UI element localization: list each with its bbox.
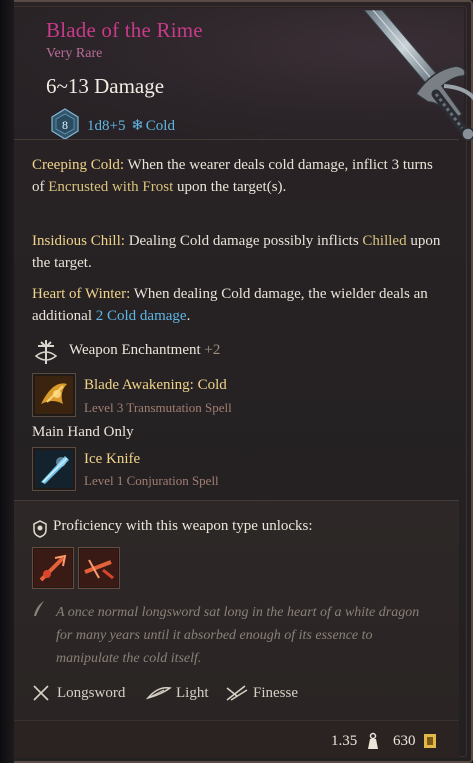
item-name: Blade of the Rime xyxy=(46,18,203,42)
damage-dice: 1d8+5 ❄ Cold xyxy=(87,116,175,135)
header-divider xyxy=(14,139,459,140)
d8-die-icon: 8 xyxy=(51,108,79,140)
flavor-text: A once normal longsword sat long in the … xyxy=(56,605,420,666)
property-light: Light xyxy=(176,685,209,701)
sword-illustration xyxy=(363,10,473,141)
effect-creeping-cold: Creeping Cold: When the wearer deals col… xyxy=(32,157,433,195)
item-value: 630 xyxy=(393,733,416,749)
longsword-icon xyxy=(33,685,49,701)
spell-ice-knife-name[interactable]: Ice Knife xyxy=(84,451,140,468)
spell-ice-knife-detail: Level 1 Conjuration Spell xyxy=(84,473,219,488)
quill-icon xyxy=(34,601,44,616)
gold-coin-icon xyxy=(424,734,436,748)
tooltip-header: Blade of the Rime Very Rare 6~13 Damage … xyxy=(14,8,473,141)
blade-awakening-spell-icon[interactable] xyxy=(32,373,76,417)
item-rarity: Very Rare xyxy=(46,46,103,61)
background-edge xyxy=(0,0,14,763)
weight-icon xyxy=(368,732,378,749)
feather-icon xyxy=(146,686,172,700)
dice-roll: 1d8+5 xyxy=(87,118,126,134)
property-finesse: Finesse xyxy=(253,685,298,701)
effect-insidious-chill: Insidious Chill: Dealing Cold damage pos… xyxy=(32,233,441,271)
property-longsword: Longsword xyxy=(57,685,126,701)
header-notch xyxy=(255,134,269,142)
section-divider xyxy=(14,500,459,501)
proficiency-unlocks-label: Proficiency with this weapon type unlock… xyxy=(53,518,313,534)
snowflake-icon: ❄ xyxy=(131,118,144,134)
main-hand-only: Main Hand Only xyxy=(32,424,134,440)
weapon-enchantment-icon xyxy=(34,340,58,364)
spell-blade-awakening-name[interactable]: Blade Awakening: Cold xyxy=(84,377,227,394)
damage-range: 6~13 Damage xyxy=(46,74,165,98)
item-weight: 1.35 xyxy=(331,733,358,749)
finesse-icon xyxy=(226,685,248,701)
effect-heart-of-winter: Heart of Winter: When dealing Cold damag… xyxy=(32,286,428,324)
ice-knife-spell-icon[interactable] xyxy=(32,447,76,491)
spell-blade-awakening-detail: Level 3 Transmutation Spell xyxy=(84,400,232,415)
weapon-enchantment[interactable]: Weapon Enchantment +2 xyxy=(69,342,220,359)
damage-type: Cold xyxy=(145,118,175,134)
svg-text:8: 8 xyxy=(62,118,68,132)
proficiency-icon xyxy=(33,520,47,538)
proficiency-action-2-icon[interactable] xyxy=(78,547,120,589)
proficiency-action-1-icon[interactable] xyxy=(32,547,74,589)
